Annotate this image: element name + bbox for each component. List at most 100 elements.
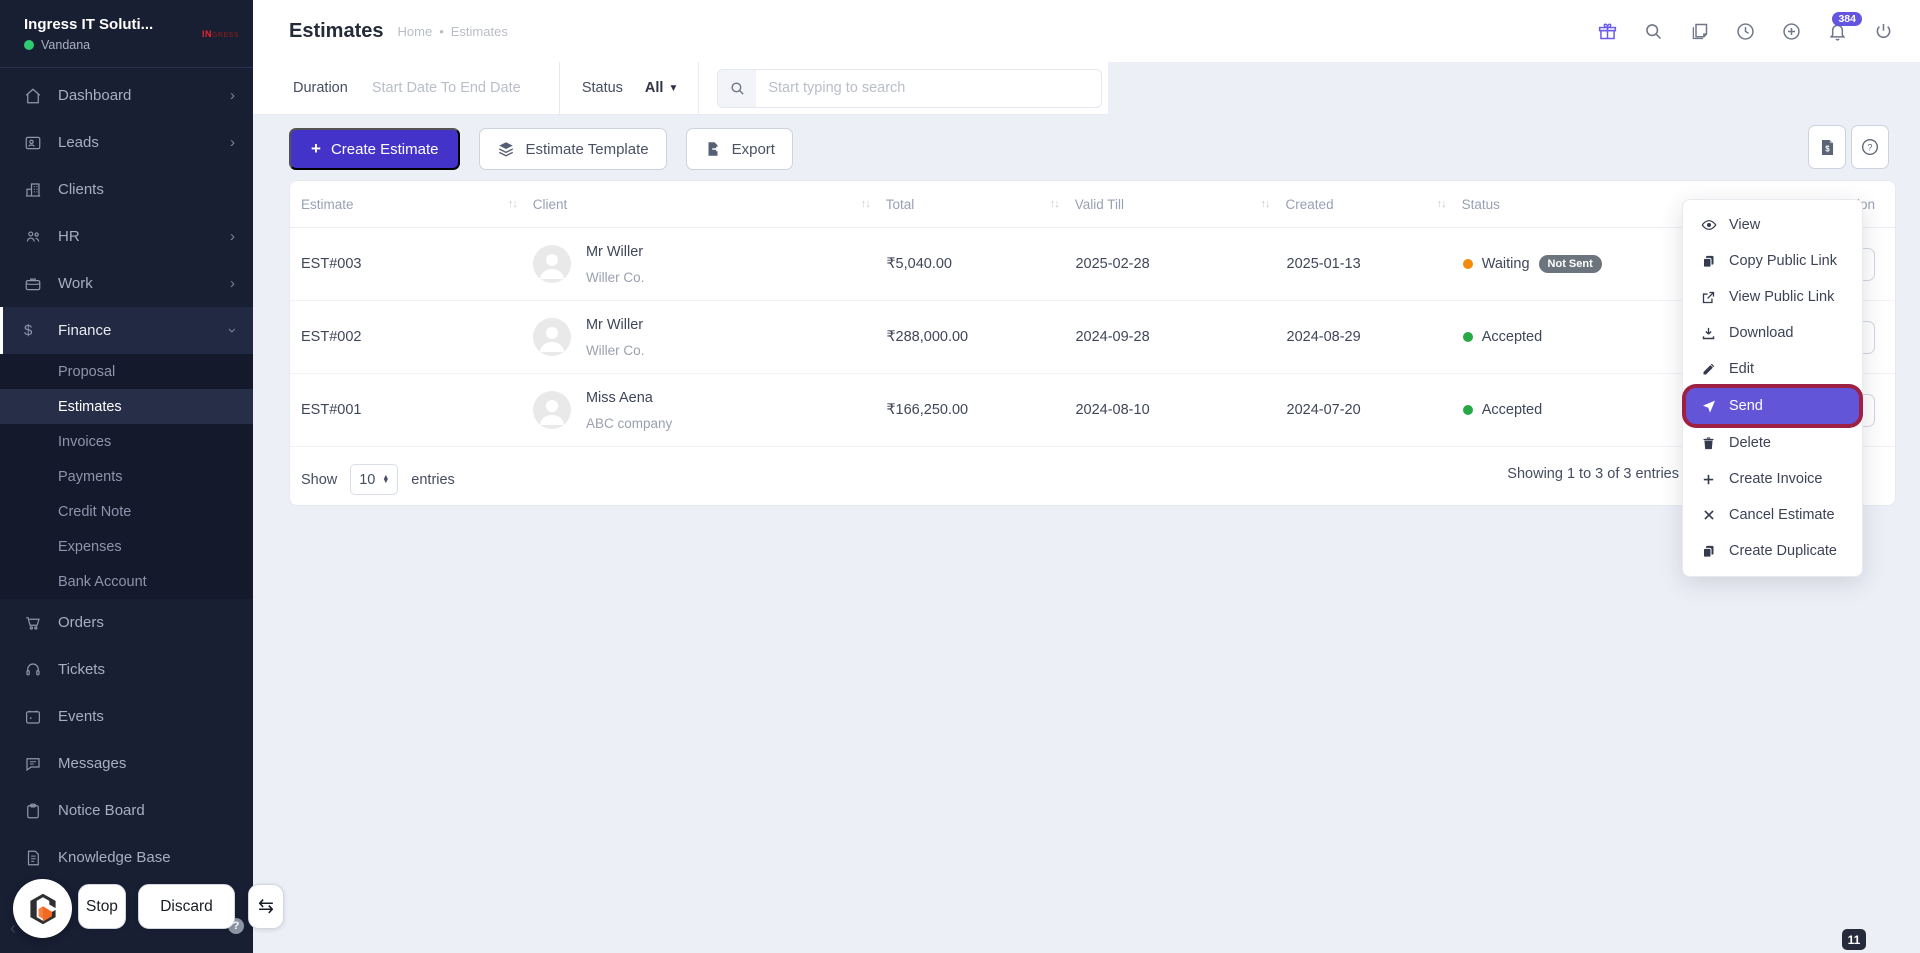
sidebar-item-notice-board[interactable]: Notice Board: [0, 787, 253, 834]
cart-icon: [24, 614, 58, 632]
headset-icon: [24, 661, 58, 679]
column-header-valid-till[interactable]: Valid Till ↑↓: [1075, 197, 1286, 212]
app-root: Ingress IT Soluti... Vandana INGRESS Das…: [0, 0, 1920, 953]
sidebar-subitem-proposal[interactable]: Proposal: [0, 354, 253, 389]
estimates-table-card: Estimate ↑↓ Client ↑↓ Total ↑↓ Valid Till ↑↓…: [289, 180, 1896, 506]
menu-item-cancel-estimate[interactable]: Cancel Estimate: [1683, 497, 1862, 533]
swap-button[interactable]: ⇆: [248, 884, 284, 929]
sidebar-item-leads[interactable]: Leads ›: [0, 119, 253, 166]
duration-input[interactable]: [369, 79, 559, 97]
menu-item-send[interactable]: Send: [1686, 388, 1859, 424]
gift-icon[interactable]: [1597, 21, 1618, 42]
menu-item-delete[interactable]: Delete: [1683, 425, 1862, 461]
sidebar-item-hr[interactable]: HR ›: [0, 213, 253, 260]
sidebar-item-finance[interactable]: $ Finance ›: [0, 307, 253, 354]
column-header-total[interactable]: Total ↑↓: [886, 197, 1075, 212]
client-name[interactable]: Mr Willer: [586, 244, 645, 260]
help-button[interactable]: ?: [1851, 125, 1889, 169]
menu-item-download[interactable]: Download: [1683, 315, 1862, 351]
copy-icon: [1700, 254, 1717, 269]
create-estimate-button[interactable]: + Create Estimate: [289, 128, 461, 170]
table-row: EST#002 Mr Willer Willer Co. ₹288,000.00…: [290, 301, 1895, 374]
menu-item-edit[interactable]: Edit: [1683, 351, 1862, 387]
estimate-number[interactable]: EST#001: [301, 402, 533, 418]
column-header-created[interactable]: Created ↑↓: [1286, 197, 1462, 212]
sidebar-item-events[interactable]: Events: [0, 693, 253, 740]
sort-icon[interactable]: ↑↓: [1437, 198, 1447, 210]
sidebar-item-clients[interactable]: Clients: [0, 166, 253, 213]
finance-submenu: Proposal Estimates Invoices Payments Cre…: [0, 354, 253, 599]
sidebar-item-tickets[interactable]: Tickets: [0, 646, 253, 693]
divider: [558, 61, 560, 115]
x-icon: [1700, 508, 1717, 522]
briefcase-icon: [24, 275, 58, 293]
estimate-number[interactable]: EST#003: [301, 256, 533, 272]
sidebar-subitem-credit-note[interactable]: Credit Note: [0, 494, 253, 529]
breadcrumb-home[interactable]: Home: [398, 24, 433, 39]
chevron-right-icon: ›: [230, 134, 235, 151]
download-icon: [1700, 326, 1717, 341]
eye-icon: [1700, 217, 1717, 233]
sidebar-item-work[interactable]: Work ›: [0, 260, 253, 307]
notification-badge: 384: [1832, 11, 1862, 26]
history-icon[interactable]: [1735, 21, 1756, 42]
sort-icon[interactable]: ↑↓: [1050, 198, 1060, 210]
created-date: 2024-08-29: [1286, 329, 1361, 345]
created-date: 2025-01-13: [1286, 256, 1361, 272]
sidebar-subitem-estimates[interactable]: Estimates: [0, 389, 253, 424]
client-name[interactable]: Mr Willer: [586, 317, 645, 333]
client-name[interactable]: Miss Aena: [586, 390, 672, 406]
building-icon: [24, 181, 58, 199]
created-date: 2024-07-20: [1286, 402, 1361, 418]
sidebar-header[interactable]: Ingress IT Soluti... Vandana INGRESS: [0, 0, 253, 68]
content-area: + Create Estimate Estimate Template Expo…: [253, 115, 1920, 953]
column-header-client[interactable]: Client ↑↓: [533, 197, 886, 212]
top-bar: Estimates Home • Estimates 384: [253, 0, 1920, 62]
main-area: Estimates Home • Estimates 384 Duration …: [253, 0, 1920, 953]
plus-icon: [1700, 472, 1717, 487]
sidebar-subitem-payments[interactable]: Payments: [0, 459, 253, 494]
external-link-icon: [1700, 290, 1717, 305]
sort-icon[interactable]: ↑↓: [861, 198, 871, 210]
sidebar-item-orders[interactable]: Orders: [0, 599, 253, 646]
power-icon[interactable]: [1873, 21, 1894, 42]
table-row: EST#003 Mr Willer Willer Co. ₹5,040.00 2…: [290, 228, 1895, 301]
menu-item-create-duplicate[interactable]: Create Duplicate: [1683, 533, 1862, 569]
estimate-template-button[interactable]: Estimate Template: [479, 128, 667, 170]
status-filter-dropdown[interactable]: All ▼: [645, 80, 678, 96]
bell-icon[interactable]: 384: [1827, 11, 1862, 42]
sidebar-subitem-expenses[interactable]: Expenses: [0, 529, 253, 564]
home-icon: [24, 87, 58, 105]
invoice-report-button[interactable]: $: [1808, 125, 1846, 169]
plus-circle-icon[interactable]: [1781, 21, 1802, 42]
search-input[interactable]: [756, 80, 1102, 96]
page-size-select[interactable]: 10 ▲ ▼: [350, 464, 399, 495]
sort-icon[interactable]: ↑↓: [508, 198, 518, 210]
show-label: Show: [301, 471, 338, 488]
clipboard-icon: [24, 802, 58, 820]
estimate-number[interactable]: EST#002: [301, 329, 533, 345]
sidebar-item-dashboard[interactable]: Dashboard ›: [0, 72, 253, 119]
agent-logo-button[interactable]: [13, 879, 72, 938]
export-button[interactable]: Export: [685, 128, 793, 170]
menu-item-create-invoice[interactable]: Create Invoice: [1683, 461, 1862, 497]
page-title: Estimates: [289, 19, 384, 42]
sort-icon[interactable]: ↑↓: [1261, 198, 1271, 210]
discard-button[interactable]: Discard: [138, 884, 235, 929]
pagination-summary: Showing 1 to 3 of 3 entries: [1507, 466, 1679, 482]
sidebar-item-messages[interactable]: Messages: [0, 740, 253, 787]
status-dot: [1462, 259, 1473, 269]
sidebar-subitem-bank-account[interactable]: Bank Account: [0, 564, 253, 599]
notes-icon[interactable]: [1689, 21, 1710, 42]
search-icon[interactable]: [1643, 21, 1664, 42]
entries-label: entries: [411, 471, 455, 488]
sidebar-subitem-invoices[interactable]: Invoices: [0, 424, 253, 459]
sidebar-item-knowledge-base[interactable]: Knowledge Base: [0, 834, 253, 881]
user-name: Vandana: [41, 37, 91, 52]
menu-item-view-public-link[interactable]: View Public Link: [1683, 279, 1862, 315]
stop-button[interactable]: Stop: [78, 884, 126, 929]
menu-item-view[interactable]: View: [1683, 207, 1862, 243]
column-header-estimate[interactable]: Estimate ↑↓: [301, 197, 533, 212]
menu-item-copy-public-link[interactable]: Copy Public Link: [1683, 243, 1862, 279]
caret-down-icon: ▼: [668, 82, 679, 94]
